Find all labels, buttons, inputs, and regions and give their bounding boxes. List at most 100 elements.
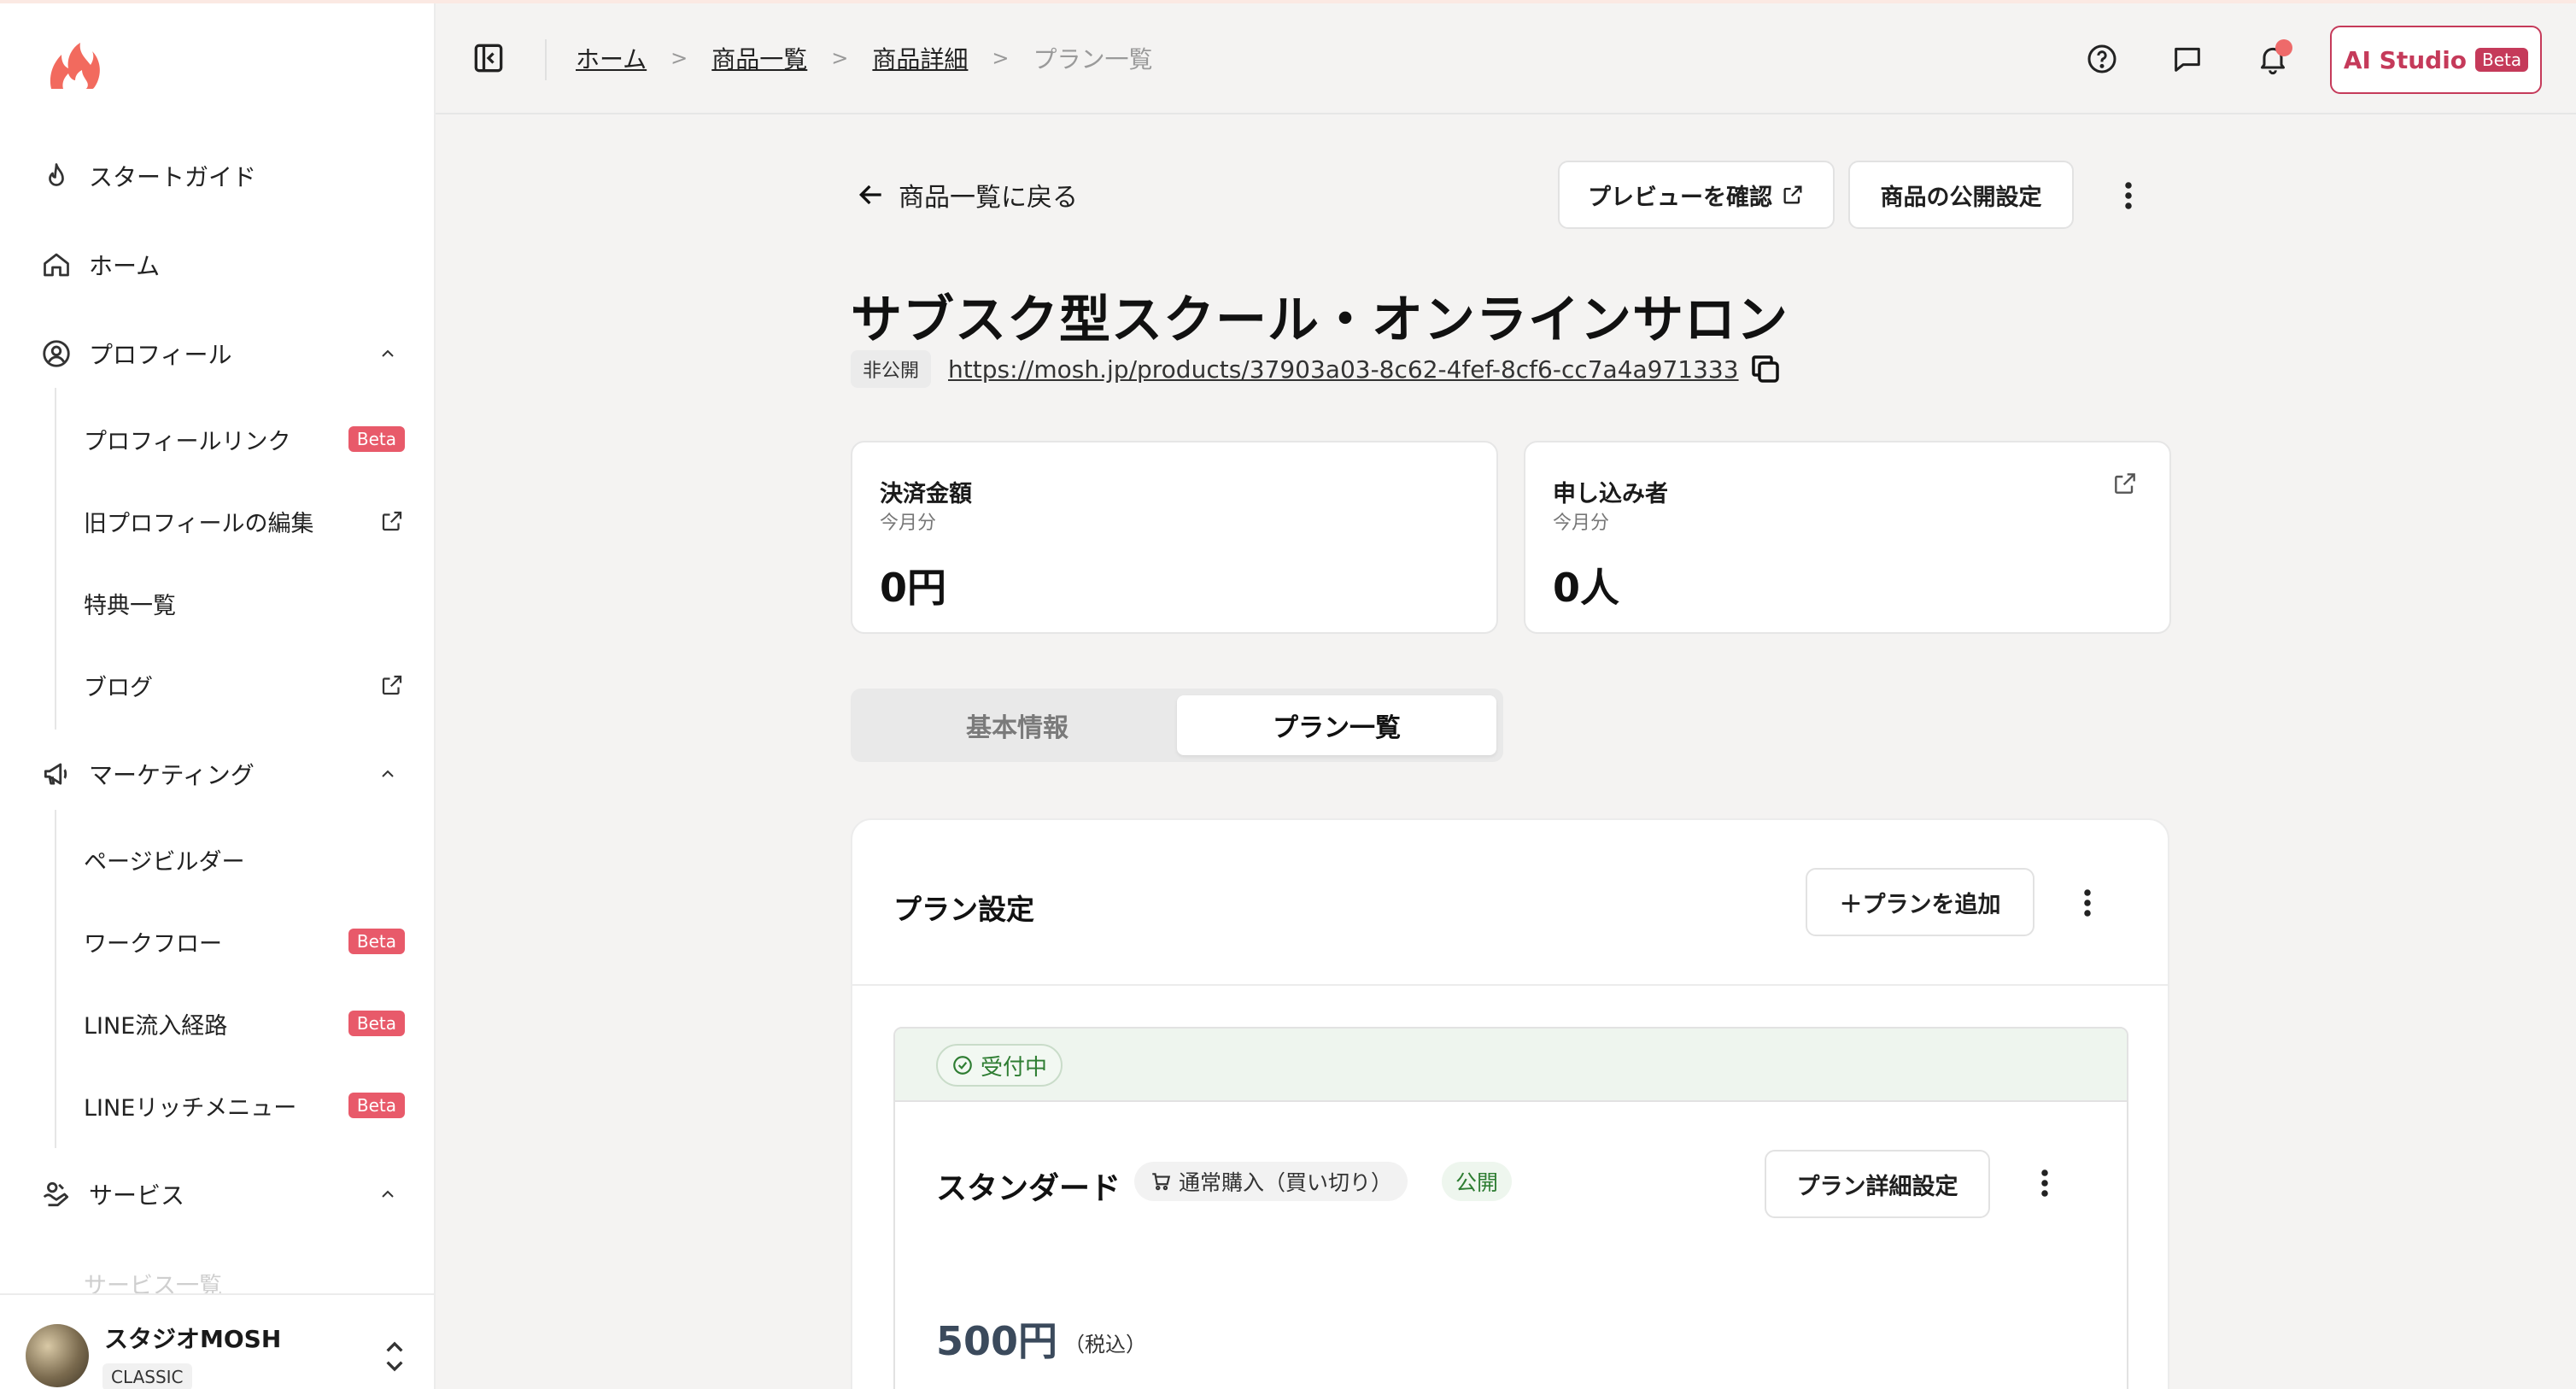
plan-visibility-badge: 公開: [1442, 1162, 1513, 1201]
sidebar-item-blog[interactable]: ブログ: [84, 659, 405, 711]
purchase-type-badge: 通常購入（買い切り）: [1134, 1162, 1408, 1201]
nav-profile[interactable]: プロフィール: [38, 326, 405, 381]
header-divider: [545, 39, 547, 80]
sidebar: スタートガイド ホーム プロフィール プロフィールリンク Beta 旧プロフィー…: [0, 3, 436, 1389]
sidebar-item-workflow[interactable]: ワークフロー Beta: [84, 916, 405, 967]
plan-detail-settings-button[interactable]: プラン詳細設定: [1765, 1150, 1990, 1218]
product-url-link[interactable]: https://mosh.jp/products/37903a03-8c62-4…: [948, 355, 1739, 384]
sidebar-item-benefits[interactable]: 特典一覧: [84, 577, 405, 629]
chevron-up-icon[interactable]: [371, 757, 405, 791]
notification-dot: [2275, 39, 2292, 56]
sidebar-item-profile-link[interactable]: プロフィールリンク Beta: [84, 413, 405, 465]
ai-studio-label: AI Studio: [2343, 45, 2468, 74]
sidebar-item-label: ワークフロー: [84, 930, 222, 958]
breadcrumb-current: プラン一覧: [1033, 45, 1153, 73]
more-vertical-icon[interactable]: [2111, 174, 2146, 217]
more-vertical-icon[interactable]: [2070, 882, 2105, 924]
account-switcher[interactable]: スタジオMOSH CLASSIC: [0, 1293, 434, 1389]
product-status-row: 非公開 https://mosh.jp/products/37903a03-8c…: [851, 350, 1783, 388]
account-plan-badge: CLASSIC: [102, 1363, 192, 1389]
plan-price: 500円: [936, 1318, 1058, 1364]
tab-bar: 基本情報 プラン一覧: [851, 689, 1503, 762]
chat-icon[interactable]: [2168, 39, 2207, 79]
back-label: 商品一覧に戻る: [899, 183, 1078, 213]
external-link-icon: [379, 508, 405, 534]
sidebar-item-old-profile-edit[interactable]: 旧プロフィールの編集: [84, 495, 405, 547]
check-circle-icon: [951, 1054, 974, 1076]
sidebar-item-page-builder[interactable]: ページビルダー: [84, 834, 405, 885]
nav-label: マーケティング: [89, 761, 255, 789]
sidebar-item-line-rich-menu[interactable]: LINEリッチメニュー Beta: [84, 1080, 405, 1131]
top-header: ホーム > 商品一覧 > 商品詳細 > プラン一覧 AI Studio Beta: [436, 3, 2576, 114]
stat-card-applicants: 申し込み者 今月分 0人: [1524, 441, 2171, 634]
megaphone-icon: [38, 755, 75, 793]
sidebar-item-label: LINEリッチメニュー: [84, 1094, 297, 1122]
sidebar-item-label: LINE流入経路: [84, 1012, 228, 1040]
page-title: サブスク型スクール・オンラインサロン: [851, 290, 1789, 350]
copy-icon[interactable]: [1748, 351, 1783, 387]
plan-status-label: 受付中: [981, 1054, 1048, 1081]
chevron-up-down-icon[interactable]: [378, 1338, 412, 1375]
preview-label: プレビューを確認: [1588, 184, 1772, 211]
nav-label: スタートガイド: [89, 163, 257, 191]
nav-marketing[interactable]: マーケティング: [38, 747, 405, 801]
preview-button[interactable]: プレビューを確認: [1558, 161, 1835, 229]
back-to-products-link[interactable]: 商品一覧に戻る: [854, 176, 1078, 214]
submenu-guide-line: [55, 388, 56, 730]
breadcrumb-product-list[interactable]: 商品一覧: [711, 41, 807, 75]
nav-start-guide[interactable]: スタートガイド: [38, 149, 405, 203]
plan-name: スタンダード: [936, 1171, 1121, 1206]
avatar: [26, 1324, 89, 1387]
plan-settings-panel: プラン設定 ＋プランを追加 受付中 スタンダード 通常購入（買い切り） 公開 プ…: [851, 818, 2169, 1389]
sidebar-item-label: プロフィールリンク: [84, 428, 291, 455]
breadcrumb-product-detail[interactable]: 商品詳細: [872, 41, 968, 75]
mosh-logo-icon[interactable]: [46, 39, 102, 92]
more-vertical-icon[interactable]: [2028, 1162, 2062, 1204]
submenu-guide-line: [55, 810, 56, 1148]
stat-label: 決済金額: [880, 481, 972, 507]
purchase-type-label: 通常購入（買い切り）: [1179, 1170, 1393, 1195]
add-plan-button[interactable]: ＋プランを追加: [1806, 868, 2034, 936]
plan-status-badge: 受付中: [936, 1044, 1063, 1087]
home-icon: [38, 246, 75, 284]
beta-badge: Beta: [2475, 48, 2529, 72]
nav-home[interactable]: ホーム: [38, 237, 405, 292]
stat-period: 今月分: [1553, 513, 1610, 534]
tab-basic-info[interactable]: 基本情報: [858, 695, 1177, 755]
stat-card-payment-amount: 決済金額 今月分 0円: [851, 441, 1498, 634]
publish-settings-button[interactable]: 商品の公開設定: [1848, 161, 2074, 229]
stat-label: 申し込み者: [1553, 481, 1668, 507]
arrow-left-icon: [854, 178, 888, 212]
external-link-icon: [1781, 183, 1805, 207]
plan-card: 受付中 スタンダード 通常購入（買い切り） 公開 プラン詳細設定 500円 （税…: [893, 1027, 2128, 1389]
plan-settings-title: プラン設定: [893, 893, 1034, 926]
user-circle-icon: [38, 335, 75, 372]
flame-icon: [38, 157, 75, 195]
stat-value: 0円: [880, 565, 947, 611]
sidebar-toggle-icon[interactable]: [470, 39, 507, 77]
breadcrumb-home[interactable]: ホーム: [576, 41, 647, 75]
sidebar-item-line-inflow[interactable]: LINE流入経路 Beta: [84, 998, 405, 1049]
ai-studio-button[interactable]: AI Studio Beta: [2330, 26, 2542, 94]
tab-plan-list[interactable]: プラン一覧: [1177, 695, 1496, 755]
sidebar-item-label: 特典一覧: [84, 592, 176, 619]
chevron-right-icon: >: [992, 46, 1010, 70]
cart-icon: [1150, 1170, 1172, 1193]
publish-label: 商品の公開設定: [1880, 184, 2042, 211]
chevron-right-icon: >: [831, 46, 849, 70]
beta-badge: Beta: [348, 426, 405, 452]
nav-label: ホーム: [89, 252, 161, 280]
nav-label: プロフィール: [89, 341, 232, 369]
chevron-up-icon[interactable]: [371, 1177, 405, 1211]
help-icon[interactable]: [2082, 39, 2122, 79]
stat-value: 0人: [1553, 565, 1620, 611]
beta-badge: Beta: [348, 929, 405, 954]
external-link-icon[interactable]: [2111, 470, 2142, 501]
breadcrumb: ホーム > 商品一覧 > 商品詳細 > プラン一覧: [576, 41, 1153, 75]
chevron-up-icon[interactable]: [371, 337, 405, 371]
beta-badge: Beta: [348, 1011, 405, 1036]
service-icon: [38, 1175, 75, 1213]
nav-service[interactable]: サービス: [38, 1167, 405, 1222]
bell-icon[interactable]: [2253, 39, 2292, 79]
external-link-icon: [379, 672, 405, 698]
